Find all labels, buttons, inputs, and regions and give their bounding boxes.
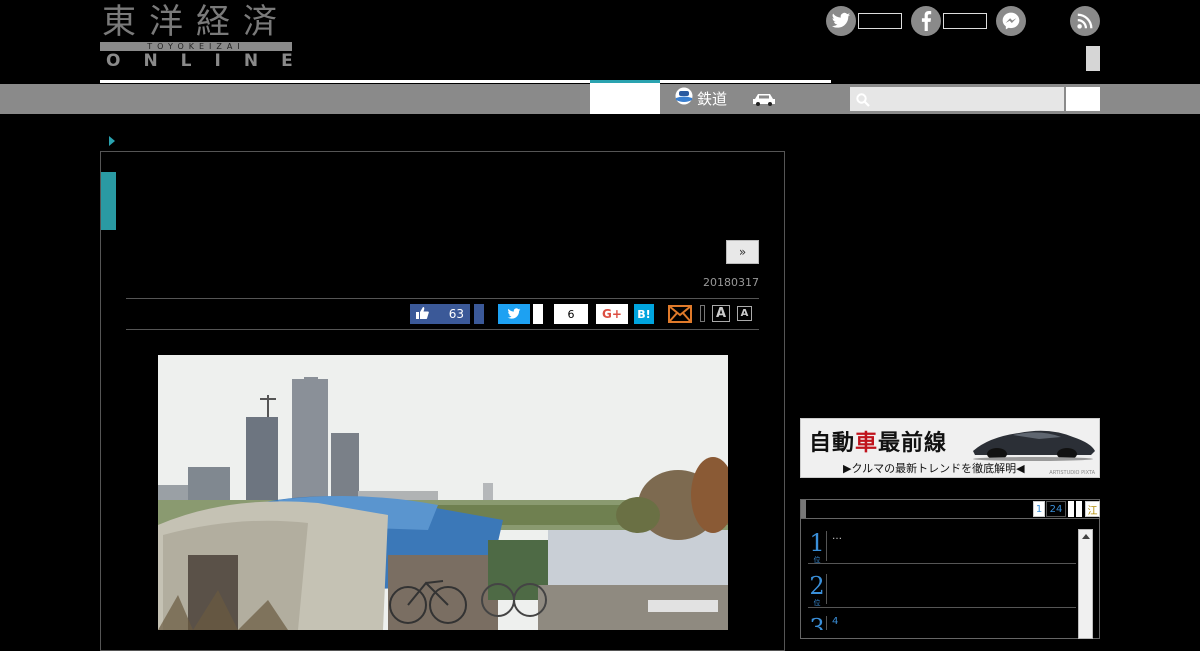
ranking-item-1-divider (826, 531, 827, 561)
font-size-large-button[interactable]: A (712, 305, 730, 322)
ranking-item-1-number: 1 (809, 529, 825, 557)
ranking-separator (808, 607, 1076, 608)
share-rule-bottom (126, 329, 759, 330)
title-accent-bar (101, 172, 116, 230)
ranking-tab-24[interactable]: 24 (1046, 501, 1066, 517)
rss-icon[interactable] (1070, 6, 1100, 36)
search-input[interactable] (850, 87, 1064, 111)
ranking-item-1-text: … (832, 531, 842, 542)
messenger-icon[interactable] (996, 6, 1026, 36)
facebook-count-box (943, 13, 987, 29)
tweet-button[interactable] (498, 304, 530, 324)
ad-title-part2: 車 (855, 430, 879, 456)
train-icon (675, 87, 693, 109)
ranking-item-1[interactable]: 1 位 … (808, 529, 1076, 564)
ranking-item-3-text: 4 (832, 616, 839, 627)
ranking-separator (808, 563, 1076, 564)
font-size-small-button[interactable]: A (737, 306, 752, 321)
ad-credit: ARTISTUDIO PIXTA (1049, 470, 1095, 476)
ad-banner-title: 自動車最前線 (809, 425, 947, 457)
share-rule-top (126, 298, 759, 299)
ad-title-part3: 最前線 (878, 430, 948, 456)
article-date: 20180317 (703, 276, 759, 289)
ranking-tab-3[interactable] (1068, 501, 1074, 517)
twitter-icon[interactable] (826, 6, 856, 36)
ad-banner-subtitle: ▶クルマの最新トレンドを徹底解明◀ (843, 462, 1025, 475)
ranking-item-2-divider (826, 574, 827, 604)
logo-online: ONLINE (106, 51, 316, 71)
like-share-extension[interactable] (474, 304, 484, 324)
scroll-up-icon[interactable] (1081, 534, 1090, 539)
header-divider (100, 80, 831, 83)
ad-banner-jidosha[interactable]: 自動車最前線 ▶クルマの最新トレンドを徹底解明◀ ARTISTUDIO PIXT… (800, 418, 1100, 478)
breadcrumb-arrow-icon (109, 136, 115, 146)
nav-tab-rail[interactable]: 鉄道 (675, 87, 727, 109)
thumbs-up-icon (416, 306, 429, 322)
ad-car-image (969, 423, 1097, 465)
ad-title-part1: 自動 (809, 430, 856, 456)
logo-kanji[interactable]: 東洋経済 (102, 4, 290, 40)
header-menu-button[interactable] (1086, 46, 1100, 71)
ranking-tab-4[interactable] (1076, 501, 1082, 517)
ranking-item-2[interactable]: 2 位 (808, 572, 1076, 607)
logo-romaji: TOYOKEIZAI (100, 42, 292, 51)
ranking-item-3-divider (826, 616, 827, 630)
tweet-count-box (533, 304, 543, 324)
search-icon (856, 92, 870, 111)
hatena-bookmark-button[interactable]: B! (634, 304, 654, 324)
like-count: 63 (448, 307, 464, 321)
nav-tab-active[interactable] (590, 80, 660, 114)
twitter-count-box (858, 13, 902, 29)
google-plus-button[interactable]: G+ (596, 304, 628, 324)
car-icon[interactable] (752, 91, 776, 110)
ranking-item-3-number: 3 (809, 616, 825, 630)
facebook-like-button[interactable]: 63 (410, 304, 470, 324)
ranking-item-2-number: 2 (809, 572, 825, 600)
ranking-item-3[interactable]: 3 4 (808, 616, 1076, 630)
ranking-scrollbar[interactable] (1078, 529, 1093, 639)
nav-tab-rail-label: 鉄道 (697, 89, 728, 108)
next-page-button[interactable]: » (726, 240, 759, 264)
facebook-icon[interactable] (911, 6, 941, 36)
ranking-tab-5[interactable]: 江 (1085, 501, 1100, 517)
ranking-tab-1[interactable]: 1 (1033, 501, 1045, 517)
share-misc-box[interactable] (700, 305, 705, 322)
mail-icon[interactable] (668, 305, 692, 327)
ranking-header-marker (801, 500, 806, 518)
hatena-count: 6 (554, 304, 588, 324)
search-button[interactable] (1066, 87, 1100, 111)
article-photo (158, 355, 728, 630)
